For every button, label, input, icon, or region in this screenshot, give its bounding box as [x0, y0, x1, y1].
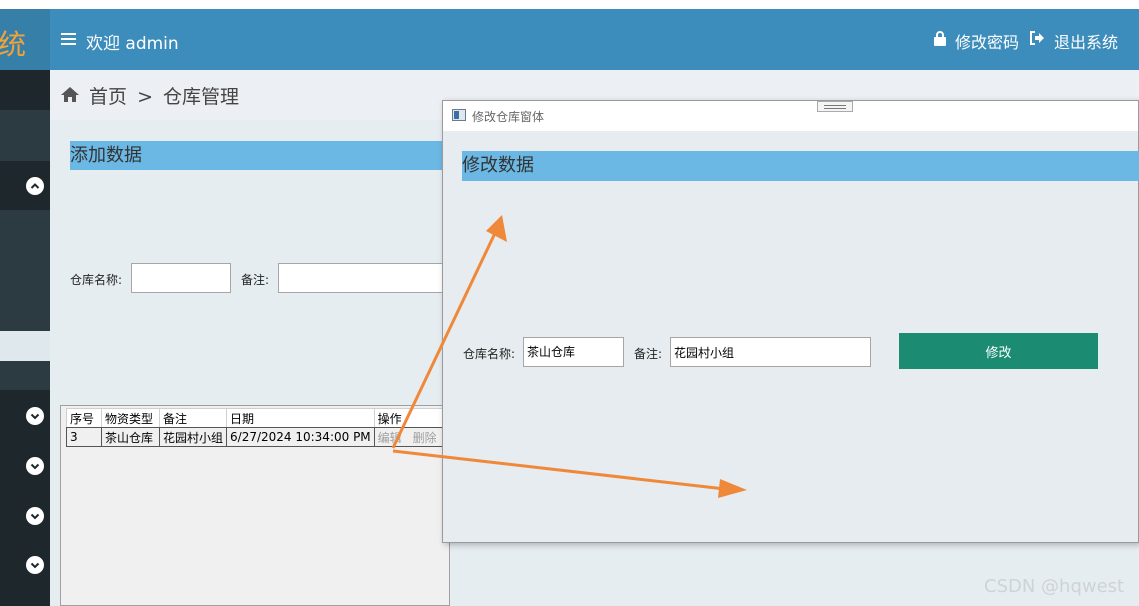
- delete-link[interactable]: 删除: [409, 427, 446, 447]
- column-header[interactable]: 序号: [66, 408, 102, 428]
- logout-icon: [1030, 31, 1044, 45]
- dialog-title: 修改仓库窗体: [472, 110, 545, 124]
- warehouse-name-input[interactable]: [131, 263, 231, 293]
- warehouse-name-label: 仓库名称:: [70, 273, 123, 287]
- chevron-down-icon[interactable]: [26, 407, 44, 425]
- modify-button[interactable]: 修改: [899, 333, 1098, 369]
- add-section-title: 添加数据: [70, 141, 450, 170]
- dialog-name-input[interactable]: [523, 337, 624, 367]
- chevron-down-icon[interactable]: [26, 457, 44, 475]
- breadcrumb-home[interactable]: 首页: [89, 86, 127, 108]
- column-header[interactable]: 备注: [158, 408, 228, 428]
- breadcrumb-current: 仓库管理: [163, 86, 240, 108]
- dialog-titlebar[interactable]: [442, 100, 1139, 131]
- note-label: 备注:: [241, 273, 270, 287]
- column-header[interactable]: 日期: [226, 408, 375, 428]
- sidebar-item-expanded[interactable]: [0, 161, 50, 210]
- logo-text: 统: [0, 28, 27, 61]
- dialog-note-input[interactable]: [670, 337, 871, 367]
- home-icon[interactable]: [60, 86, 80, 103]
- edit-section-title: 修改数据: [462, 151, 1139, 181]
- lock-icon: [934, 31, 946, 46]
- chevron-down-icon[interactable]: [26, 507, 44, 525]
- breadcrumb: 首页 > 仓库管理: [89, 82, 239, 109]
- change-password-link[interactable]: 修改密码: [955, 29, 1019, 53]
- sidebar: [0, 70, 50, 606]
- breadcrumb-separator: >: [137, 86, 153, 108]
- menu-toggle-icon[interactable]: [61, 33, 76, 45]
- cell-note[interactable]: 花园村小组: [158, 427, 228, 447]
- welcome-text: 欢迎 admin: [86, 34, 179, 54]
- logout-link[interactable]: 退出系统: [1054, 29, 1118, 53]
- cell-type[interactable]: 茶山仓库: [101, 427, 160, 447]
- watermark: CSDN @hqwest: [984, 576, 1125, 597]
- sidebar-row: [0, 70, 50, 110]
- chevron-down-icon[interactable]: [26, 556, 44, 574]
- cell-id[interactable]: 3: [66, 427, 102, 447]
- window-icon: [452, 109, 466, 121]
- column-header[interactable]: 操作: [373, 408, 446, 428]
- dialog-note-label: 备注:: [634, 347, 663, 361]
- sidebar-row: [0, 110, 50, 161]
- dialog-name-label: 仓库名称:: [463, 347, 516, 361]
- top-gap: [0, 0, 1139, 9]
- sidebar-submenu-active[interactable]: [0, 331, 50, 361]
- app-logo: 统: [0, 9, 50, 70]
- table-header-row: 序号 物资类型 备注 日期 操作: [66, 408, 446, 428]
- sidebar-submenu: [0, 210, 50, 331]
- sidebar-row: [0, 361, 50, 390]
- chevron-up-icon[interactable]: [26, 177, 44, 195]
- column-header[interactable]: 物资类型: [101, 408, 160, 428]
- resize-grip-icon[interactable]: [817, 101, 853, 112]
- table-row[interactable]: 3 茶山仓库 花园村小组 6/27/2024 10:34:00 PM 编辑 删除: [66, 427, 446, 447]
- data-table: 序号 物资类型 备注 日期 操作 3 茶山仓库 花园村小组 6/27/2024 …: [66, 408, 446, 447]
- note-input[interactable]: [278, 263, 448, 293]
- edit-link[interactable]: 编辑: [373, 427, 410, 447]
- sidebar-collapsed-group: [0, 390, 50, 606]
- cell-date[interactable]: 6/27/2024 10:34:00 PM: [226, 427, 375, 447]
